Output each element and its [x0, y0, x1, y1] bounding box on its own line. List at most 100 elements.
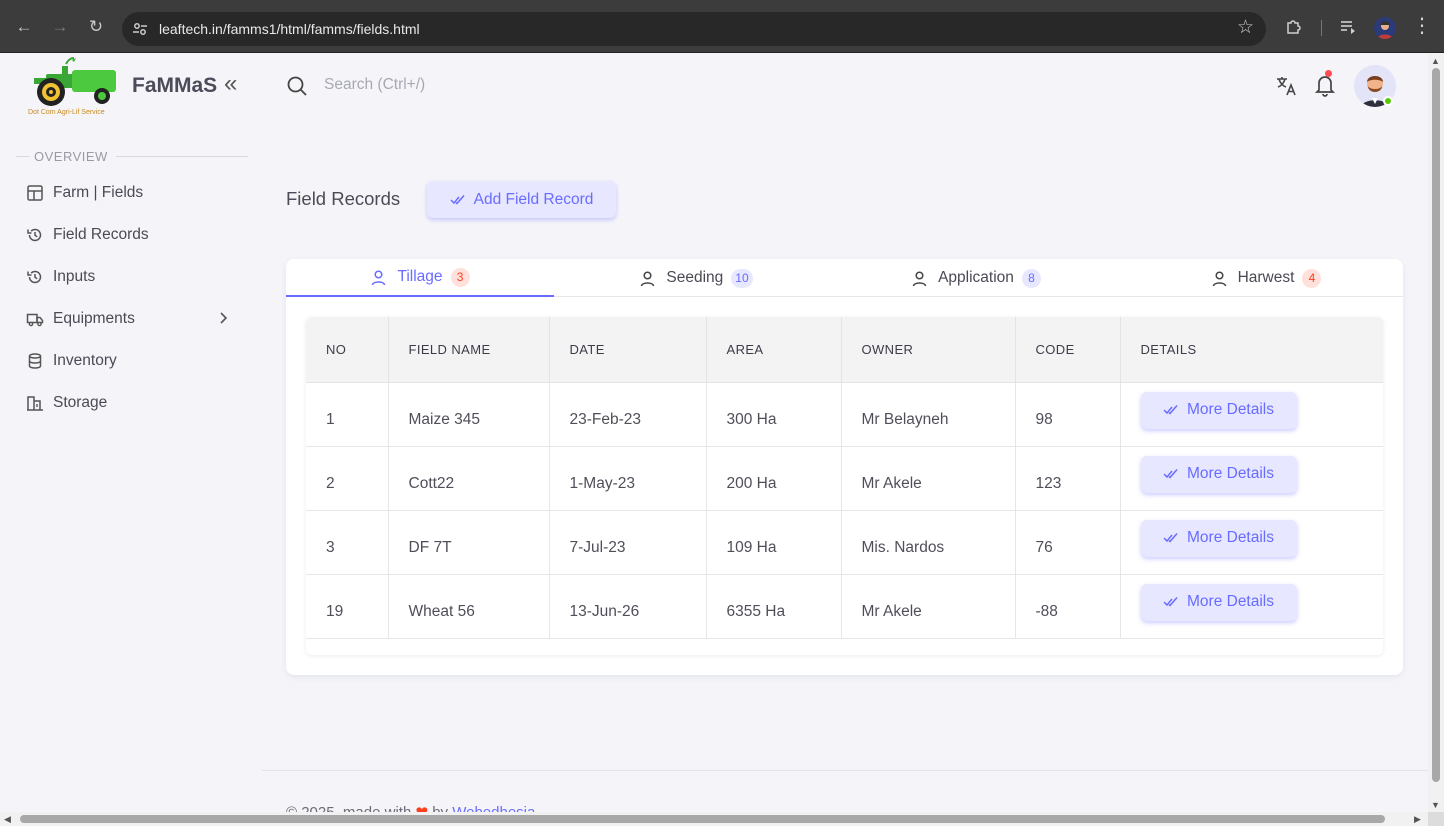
- cell-code: 123: [1014, 445, 1121, 511]
- tab-tillage[interactable]: Tillage 3: [286, 259, 554, 297]
- table-row: 3 DF 7T 7-Jul-23 109 Ha Mis. Nardos 76 M…: [306, 509, 1383, 575]
- cell-area: 200 Ha: [705, 445, 842, 511]
- back-arrow-icon[interactable]: ←: [14, 17, 34, 37]
- sidebar-item-inputs[interactable]: Inputs: [26, 260, 248, 294]
- reload-icon[interactable]: ↻: [86, 17, 106, 37]
- tab-label: Tillage: [397, 268, 443, 285]
- sidebar-item-inventory[interactable]: Inventory: [26, 344, 248, 378]
- cell-no: 3: [306, 509, 389, 575]
- footer-text: © 2025, made with: [286, 804, 411, 812]
- forward-arrow-icon[interactable]: →: [50, 17, 70, 37]
- tab-seeding[interactable]: Seeding 10: [562, 259, 830, 297]
- add-field-record-label: Add Field Record: [473, 190, 594, 208]
- horizontal-scrollbar[interactable]: ◀ ▶: [0, 812, 1428, 826]
- search-input[interactable]: [324, 72, 624, 98]
- app-root: Dot Com Agri-Lif Service FaMMaS « OVERVI…: [2, 54, 1428, 812]
- column-header-date: DATE: [548, 317, 707, 383]
- cell-details: More Details: [1119, 381, 1383, 447]
- cell-field-name: DF 7T: [387, 509, 550, 575]
- browser-profile-avatar[interactable]: [1374, 17, 1396, 39]
- user-icon: [641, 270, 655, 286]
- sidebar-item-storage[interactable]: Storage: [26, 386, 248, 420]
- sidebar: Dot Com Agri-Lif Service FaMMaS « OVERVI…: [2, 54, 262, 812]
- cell-no: 19: [306, 573, 389, 639]
- media-playlist-icon[interactable]: [1338, 17, 1358, 37]
- more-details-button[interactable]: More Details: [1140, 519, 1297, 557]
- record-tabs: Tillage 3 Seeding 10 Application 8 Harwe…: [286, 259, 1403, 297]
- cell-code: -88: [1014, 573, 1121, 639]
- sidebar-item-label: Inventory: [53, 352, 117, 369]
- user-icon: [372, 269, 386, 285]
- sidebar-item-label: Inputs: [53, 268, 96, 285]
- browser-menu-icon[interactable]: ⋮: [1412, 15, 1432, 37]
- online-status-dot: [1383, 96, 1393, 106]
- horizontal-scroll-thumb[interactable]: [20, 815, 1385, 823]
- truck-icon: [26, 313, 44, 327]
- brand-name[interactable]: FaMMaS: [132, 74, 217, 98]
- tab-harwest[interactable]: Harwest 4: [1132, 259, 1400, 297]
- cell-no: 2: [306, 445, 389, 511]
- double-check-icon: [1163, 405, 1178, 415]
- site-info-icon[interactable]: [130, 19, 150, 39]
- search-icon[interactable]: [286, 75, 308, 97]
- cell-owner: Mr Belayneh: [840, 381, 1016, 447]
- scroll-right-arrow-icon[interactable]: ▶: [1414, 814, 1421, 824]
- bookmark-star-icon[interactable]: ☆: [1237, 18, 1254, 38]
- collapse-sidebar-icon[interactable]: «: [224, 72, 237, 96]
- vertical-scrollbar[interactable]: ▲ ▼: [1428, 54, 1444, 812]
- sidebar-item-label: Equipments: [53, 310, 135, 327]
- footer-link[interactable]: Webedhesia: [452, 804, 535, 812]
- sidebar-item-farm-fields[interactable]: Farm | Fields: [26, 176, 248, 210]
- vertical-scroll-thumb[interactable]: [1432, 68, 1440, 782]
- table-row: 19 Wheat 56 13-Jun-26 6355 Ha Mr Akele -…: [306, 573, 1383, 639]
- cell-owner: Mr Akele: [840, 573, 1016, 639]
- cell-details: More Details: [1119, 573, 1383, 639]
- double-check-icon: [1163, 597, 1178, 607]
- scroll-up-arrow-icon[interactable]: ▲: [1431, 56, 1440, 66]
- sidebar-section-label: OVERVIEW: [16, 149, 248, 164]
- section-label-text: OVERVIEW: [34, 149, 108, 164]
- extensions-puzzle-icon[interactable]: [1284, 17, 1304, 37]
- sidebar-item-equipments[interactable]: Equipments: [26, 302, 248, 336]
- cell-field-name: Wheat 56: [387, 573, 550, 639]
- sidebar-item-label: Farm | Fields: [53, 184, 144, 201]
- cell-details: More Details: [1119, 445, 1383, 511]
- records-table: NO FIELD NAME DATE AREA OWNER CODE DETAI…: [306, 317, 1383, 639]
- more-details-button[interactable]: More Details: [1140, 583, 1297, 621]
- cell-area: 6355 Ha: [705, 573, 842, 639]
- browser-toolbar: ← → ↻ leaftech.in/famms1/html/famms/fiel…: [0, 0, 1444, 53]
- records-card: Tillage 3 Seeding 10 Application 8 Harwe…: [286, 259, 1403, 675]
- more-details-label: More Details: [1187, 401, 1274, 418]
- scroll-left-arrow-icon[interactable]: ◀: [4, 814, 11, 824]
- logo-caption: Dot Com Agri-Lif Service: [28, 109, 105, 116]
- records-table-wrapper: NO FIELD NAME DATE AREA OWNER CODE DETAI…: [306, 317, 1383, 655]
- cell-date: 13-Jun-26: [548, 573, 707, 639]
- tractor-logo[interactable]: Dot Com Agri-Lif Service: [26, 56, 126, 118]
- cell-details: More Details: [1119, 509, 1383, 575]
- url-text[interactable]: leaftech.in/famms1/html/famms/fields.htm…: [159, 21, 420, 37]
- cell-date: 7-Jul-23: [548, 509, 707, 575]
- more-details-button[interactable]: More Details: [1140, 455, 1297, 493]
- column-header-no: NO: [306, 317, 389, 383]
- tab-application[interactable]: Application 8: [842, 259, 1110, 297]
- tab-count-badge: 8: [1021, 268, 1041, 288]
- cell-code: 76: [1014, 509, 1121, 575]
- more-details-button[interactable]: More Details: [1140, 391, 1297, 429]
- database-icon: [28, 353, 42, 369]
- cell-code: 98: [1014, 381, 1121, 447]
- tab-label: Seeding: [666, 269, 724, 286]
- sidebar-item-field-records[interactable]: Field Records: [26, 218, 248, 252]
- translate-icon[interactable]: [1274, 74, 1298, 98]
- cell-area: 300 Ha: [705, 381, 842, 447]
- table-header-row: NO FIELD NAME DATE AREA OWNER CODE DETAI…: [306, 317, 1383, 383]
- address-bar[interactable]: leaftech.in/famms1/html/famms/fields.htm…: [122, 12, 1266, 46]
- scroll-down-arrow-icon[interactable]: ▼: [1431, 800, 1440, 810]
- cell-field-name: Cott22: [387, 445, 550, 511]
- cell-no: 1: [306, 381, 389, 447]
- footer-divider: [262, 770, 1428, 771]
- sidebar-item-label: Storage: [53, 394, 108, 411]
- table-row: 1 Maize 345 23-Feb-23 300 Ha Mr Belayneh…: [306, 381, 1383, 447]
- history-icon: [27, 270, 42, 284]
- more-details-label: More Details: [1187, 593, 1274, 610]
- add-field-record-button[interactable]: Add Field Record: [427, 181, 616, 218]
